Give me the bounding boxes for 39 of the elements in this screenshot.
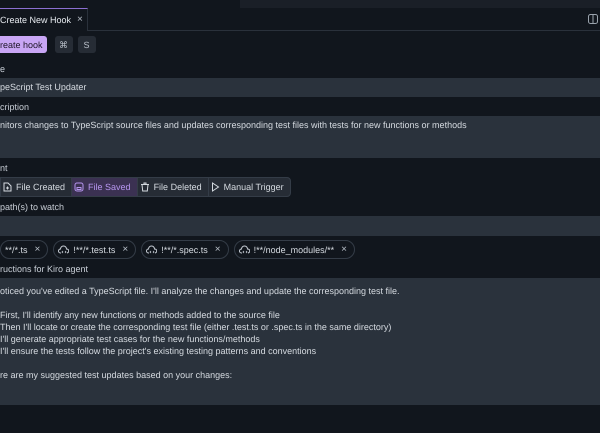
- path-chip[interactable]: !**/*.test.ts ×: [53, 240, 136, 259]
- path-field[interactable]: [0, 216, 600, 236]
- instruction-line: First, I'll identify any new functions or methods added to the source file: [0, 309, 281, 321]
- play-icon: [210, 182, 220, 192]
- event-option[interactable]: Manual Trigger: [208, 178, 290, 196]
- path-chip[interactable]: !**/node_modules/** ×: [234, 240, 356, 259]
- field-label: ructions for Kiro agent: [0, 263, 90, 276]
- trash-icon: [140, 182, 150, 192]
- cloud-code-icon: [58, 244, 70, 254]
- file-plus-icon: [3, 182, 12, 192]
- event-option[interactable]: File Saved: [72, 178, 138, 196]
- instruction-line: re are my suggested test updates based on your changes:: [0, 369, 234, 381]
- path-chip[interactable]: !**/*.spec.ts ×: [141, 240, 229, 259]
- instruction-line: I'll generate appropriate test cases for the new functions/methods: [0, 333, 261, 345]
- field-label: path(s) to watch: [0, 201, 66, 214]
- remove-icon[interactable]: ×: [122, 244, 128, 255]
- save-icon: [74, 182, 84, 192]
- create-hook-button[interactable]: reate hook: [0, 36, 47, 53]
- instruction-line: oticed you've edited a TypeScript file. I'll analyze the changes and update the corresponding test file.: [0, 285, 401, 297]
- field-label: cription: [0, 101, 30, 114]
- field-label: nt: [0, 162, 9, 175]
- path-chip[interactable]: **/*.ts ×: [0, 240, 48, 259]
- remove-icon[interactable]: ×: [341, 244, 348, 255]
- split-editor-icon[interactable]: [588, 14, 598, 24]
- editor-tab[interactable]: Create New Hook ×: [0, 8, 88, 30]
- cloud-code-icon: [146, 244, 158, 254]
- remove-icon[interactable]: ×: [214, 244, 221, 255]
- instructions-field[interactable]: [0, 278, 600, 405]
- shortcut-key: S: [78, 36, 96, 53]
- event-option[interactable]: File Deleted: [138, 178, 209, 196]
- field-label: e: [0, 63, 6, 76]
- name-field[interactable]: peScript Test Updater: [0, 78, 600, 97]
- instruction-line: Then I'll locate or create the corresponding test file (either .test.ts or .spec.ts in the same directory): [0, 321, 392, 333]
- close-icon[interactable]: ×: [77, 14, 83, 25]
- instruction-line: I'll ensure the tests follow the project's existing testing patterns and conventions: [0, 345, 318, 357]
- remove-icon[interactable]: ×: [34, 244, 40, 255]
- cloud-code-icon: [238, 244, 250, 254]
- description-field[interactable]: nitors changes to TypeScript source files and updates corresponding test files with tests for new functions or methods: [0, 116, 600, 158]
- shortcut-key: ⌘: [54, 36, 73, 53]
